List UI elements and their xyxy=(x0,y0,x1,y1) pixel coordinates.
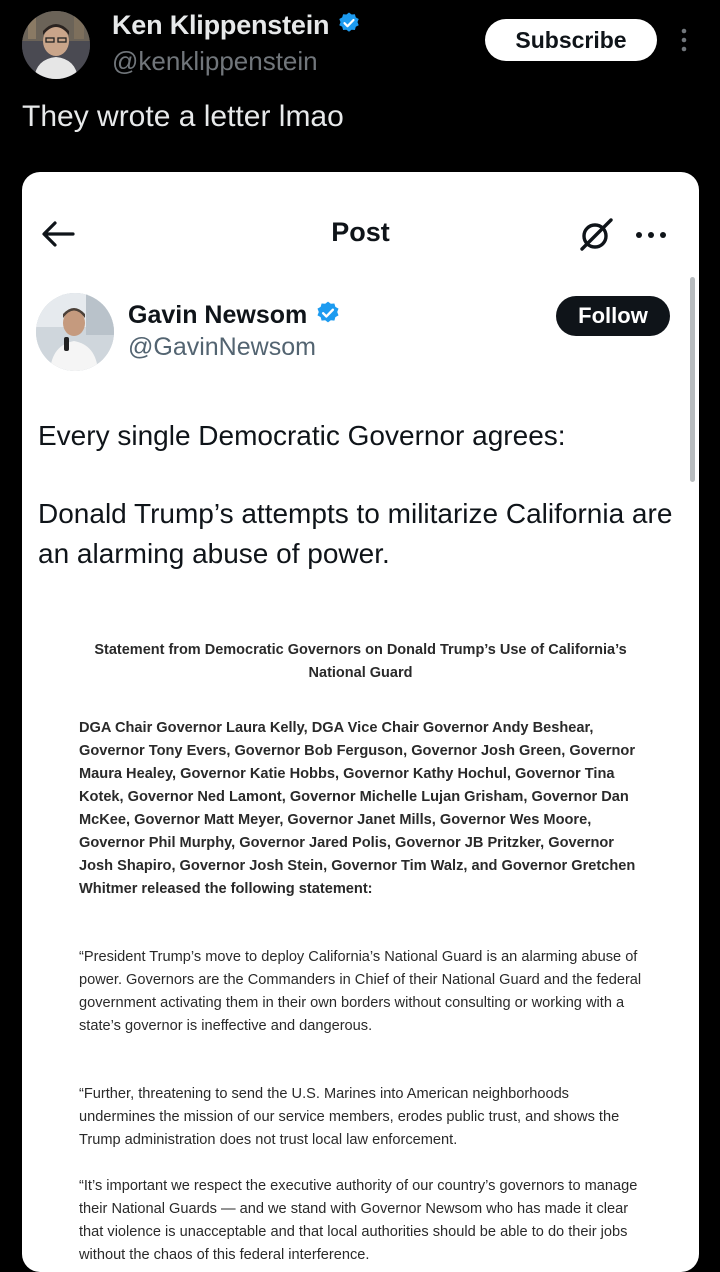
letter-title: Statement from Democratic Governors on D… xyxy=(94,642,627,681)
letter-image: Statement from Democratic Governors on D… xyxy=(22,612,699,1272)
post-text: They wrote a letter lmao xyxy=(22,100,344,133)
embedded-screenshot[interactable]: Post Gavin Newsom @GavinNewsom Follow Ev… xyxy=(22,172,699,1272)
author-name: Gavin Newsom xyxy=(128,301,308,329)
avatar[interactable] xyxy=(22,11,90,79)
follow-button: Follow xyxy=(556,296,670,336)
author-handle[interactable]: @kenklippenstein xyxy=(112,46,318,77)
subscribe-button[interactable]: Subscribe xyxy=(485,19,657,61)
verified-badge-icon xyxy=(315,300,341,331)
scrollbar xyxy=(690,277,695,482)
more-icon[interactable] xyxy=(676,26,692,54)
verified-badge-icon xyxy=(337,11,361,40)
letter-paragraph: “Further, threatening to send the U.S. M… xyxy=(79,1086,620,1148)
letter-paragraph: “It’s important we respect the executive… xyxy=(79,1178,638,1263)
tweet-paragraph: Donald Trump’s attempts to militarize Ca… xyxy=(38,498,673,569)
author-handle: @GavinNewsom xyxy=(128,333,316,361)
letter-paragraph: “President Trump’s move to deploy Califo… xyxy=(79,949,642,1034)
letter-paragraph: DGA Chair Governor Laura Kelly, DGA Vice… xyxy=(79,720,636,897)
avatar xyxy=(36,293,114,371)
author-name[interactable]: Ken Klippenstein xyxy=(112,10,330,41)
tweet-text: Every single Democratic Governor agrees:… xyxy=(38,416,688,574)
more-icon xyxy=(634,228,668,240)
tweet-paragraph: Every single Democratic Governor agrees: xyxy=(38,420,566,451)
grok-icon xyxy=(578,216,614,252)
